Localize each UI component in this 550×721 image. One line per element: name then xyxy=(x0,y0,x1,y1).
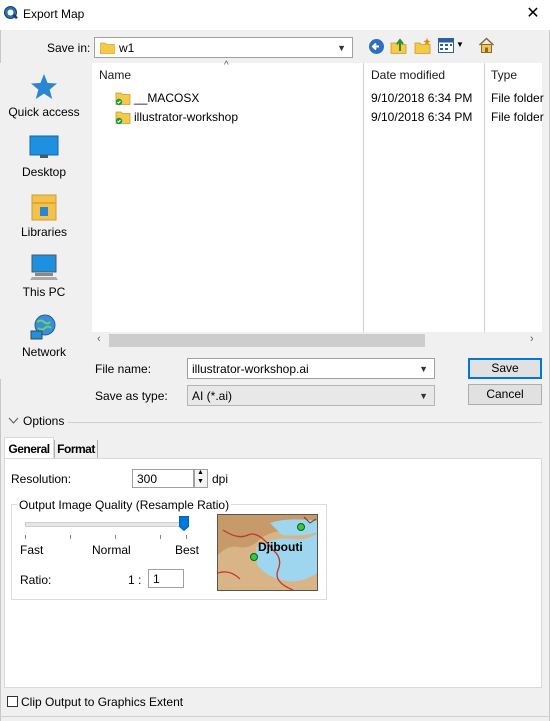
place-label: Desktop xyxy=(21,165,67,179)
resolution-unit: dpi xyxy=(212,472,229,486)
cancel-button[interactable]: Cancel xyxy=(468,384,542,405)
chevron-down-icon: ▼ xyxy=(419,390,428,401)
scroll-left-icon[interactable]: ‹ xyxy=(97,333,101,345)
computer-icon xyxy=(30,254,58,280)
file-date: 9/10/2018 6:34 PM xyxy=(371,91,473,105)
slider-label-best: Best xyxy=(175,543,200,557)
place-quick-access[interactable]: Quick access xyxy=(0,73,88,129)
file-type: File folder xyxy=(491,91,544,105)
map-preview-label: Djibouti xyxy=(258,540,303,554)
slider-ticks xyxy=(25,535,187,539)
new-folder-icon[interactable] xyxy=(414,37,432,55)
column-header-date[interactable]: Date modified xyxy=(371,63,481,87)
folder-icon xyxy=(100,42,115,54)
place-label: Network xyxy=(21,345,66,359)
checkbox-box[interactable] xyxy=(7,696,18,707)
view-menu-button[interactable]: ▼ xyxy=(438,37,464,55)
slider-label-fast: Fast xyxy=(20,543,44,557)
resolution-input[interactable]: 300 xyxy=(132,469,194,488)
clip-output-label: Clip Output to Graphics Extent xyxy=(21,695,184,709)
view-chevron-down-icon: ▼ xyxy=(456,40,464,49)
list-item[interactable]: illustrator-workshop 9/10/2018 6:34 PM F… xyxy=(112,108,544,127)
file-type: File folder xyxy=(491,110,544,124)
save-as-type-value: AI (*.ai) xyxy=(192,389,233,403)
place-libraries[interactable]: Libraries xyxy=(0,193,88,249)
chevron-down-icon xyxy=(8,417,19,424)
file-name: __MACOSX xyxy=(134,91,200,105)
tab-general[interactable]: General xyxy=(4,437,54,460)
slider-label-normal: Normal xyxy=(92,543,131,557)
app-icon xyxy=(4,6,18,20)
spin-up-icon[interactable]: ▲ xyxy=(197,469,204,476)
resolution-spinner[interactable]: ▲ ▼ xyxy=(194,469,208,488)
options-tabs: General Format xyxy=(4,437,542,460)
file-name-field[interactable]: illustrator-workshop.ai ▼ xyxy=(187,358,435,379)
map-preview: Djibouti xyxy=(217,514,318,591)
chevron-down-icon[interactable]: ▼ xyxy=(419,364,428,374)
file-date: 9/10/2018 6:34 PM xyxy=(371,110,473,124)
spin-down-icon[interactable]: ▼ xyxy=(197,478,204,485)
desktop-icon xyxy=(29,135,59,158)
save-in-value: w1 xyxy=(119,41,135,55)
tab-format[interactable]: Format xyxy=(54,440,98,459)
clip-output-checkbox[interactable]: Clip Output to Graphics Extent xyxy=(7,695,207,709)
save-in-label: Save in: xyxy=(47,41,91,55)
quality-slider-thumb[interactable] xyxy=(179,516,189,531)
up-folder-icon[interactable] xyxy=(390,37,408,55)
file-name: illustrator-workshop xyxy=(134,110,239,124)
home-icon[interactable] xyxy=(478,37,495,54)
column-header-name[interactable]: Name xyxy=(99,63,359,87)
scroll-right-icon[interactable]: › xyxy=(530,333,534,345)
libraries-icon xyxy=(31,194,57,221)
scroll-thumb[interactable] xyxy=(109,334,425,347)
bottom-border xyxy=(0,716,550,717)
ratio-value: 1 xyxy=(153,572,160,586)
save-button[interactable]: Save xyxy=(468,358,542,379)
place-label: Libraries xyxy=(20,225,68,239)
place-this-pc[interactable]: This PC xyxy=(0,253,88,309)
window-title: Export Map xyxy=(23,7,85,21)
close-button[interactable]: ✕ xyxy=(523,4,543,24)
file-list[interactable]: ^ Name Date modified Type __MACOSX 9/10/… xyxy=(92,60,544,349)
place-desktop[interactable]: Desktop xyxy=(0,133,88,189)
view-icon xyxy=(438,38,454,53)
back-icon[interactable] xyxy=(368,38,385,55)
place-label: This PC xyxy=(22,285,66,299)
place-label: Quick access xyxy=(8,105,80,119)
list-item[interactable]: __MACOSX 9/10/2018 6:34 PM File folder xyxy=(112,89,544,108)
resolution-label: Resolution: xyxy=(11,472,72,486)
folder-sync-icon xyxy=(115,92,131,106)
options-label: Options xyxy=(23,414,65,428)
places-bar: Quick access Desktop Libraries This PC N… xyxy=(0,63,92,379)
quality-group-label: Output Image Quality (Resample Ratio) xyxy=(17,498,232,512)
ratio-prefix: 1 : xyxy=(128,573,142,587)
save-as-type-dropdown[interactable]: AI (*.ai) ▼ xyxy=(187,385,435,406)
divider xyxy=(68,422,542,423)
network-icon xyxy=(30,314,56,340)
ratio-input[interactable]: 1 xyxy=(148,569,184,588)
file-name-value: illustrator-workshop.ai xyxy=(192,362,309,376)
save-as-type-label: Save as type: xyxy=(95,389,168,403)
general-panel: Resolution: 300 ▲ ▼ dpi Output Image Qua… xyxy=(4,458,542,688)
horizontal-scrollbar[interactable]: ‹ › xyxy=(92,332,542,349)
ratio-label: Ratio: xyxy=(20,573,52,587)
file-name-label: File name: xyxy=(95,362,152,376)
place-network[interactable]: Network xyxy=(0,313,88,369)
save-in-dropdown[interactable]: w1 ▼ xyxy=(94,37,353,58)
title-bar: Export Map ✕ xyxy=(0,0,550,30)
column-header-type[interactable]: Type xyxy=(491,63,550,87)
quality-slider-track[interactable] xyxy=(25,522,189,527)
chevron-down-icon: ▼ xyxy=(337,42,346,53)
folder-sync-icon xyxy=(115,111,131,125)
star-icon xyxy=(31,74,57,99)
resolution-value: 300 xyxy=(137,472,158,486)
